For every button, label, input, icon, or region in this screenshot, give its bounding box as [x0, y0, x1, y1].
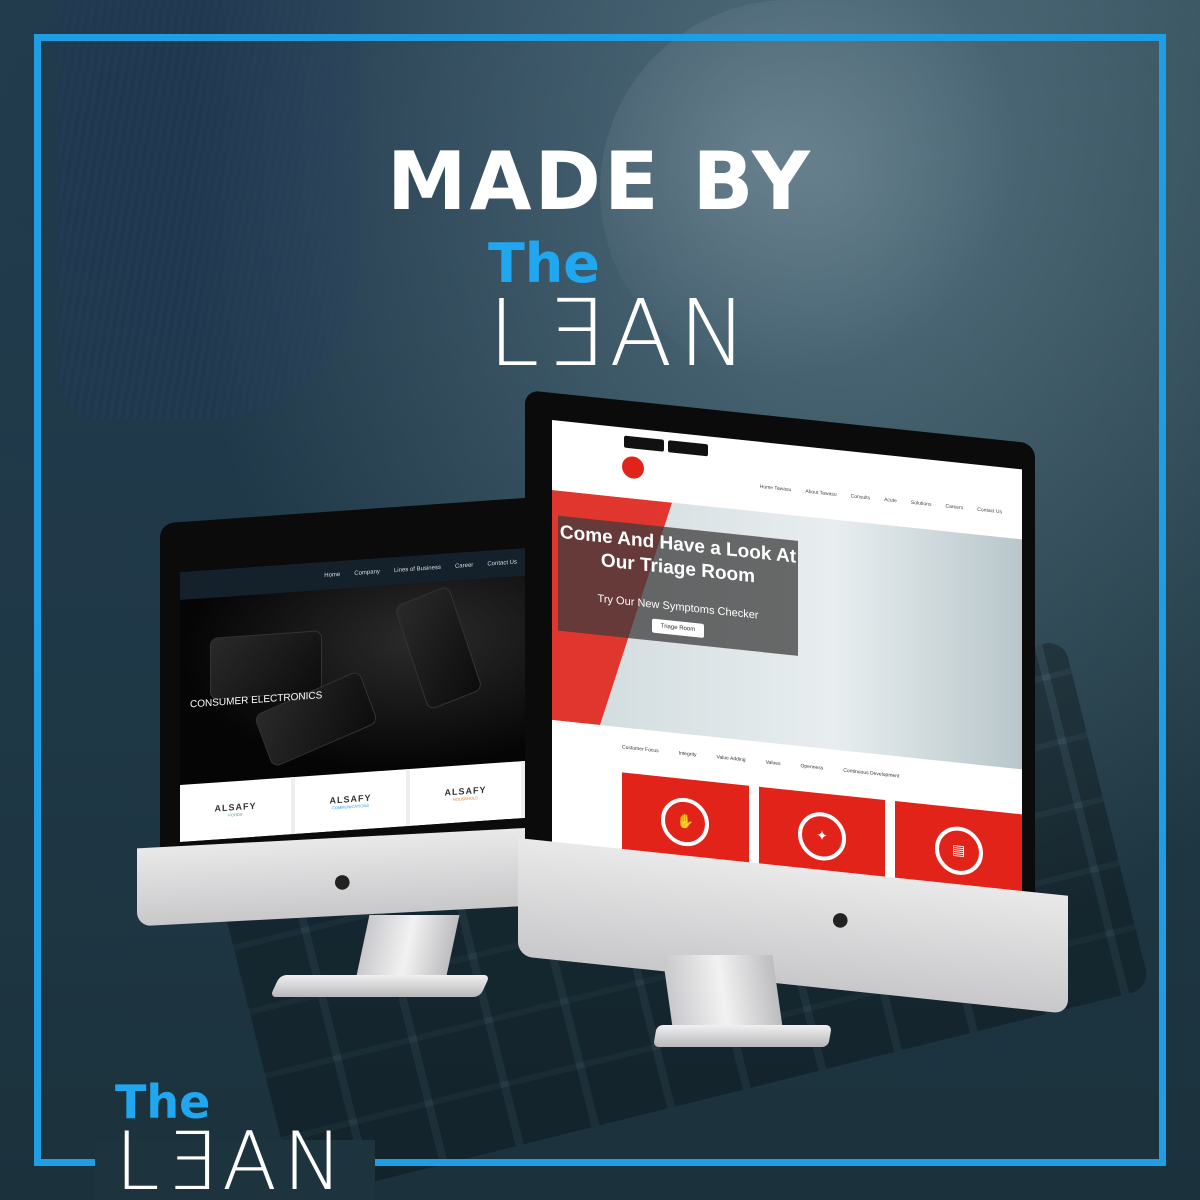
- right-site-nav: Home Tawasu About Tawasu Consults Acute …: [760, 484, 1002, 515]
- left-screen: Home Company Lines of Business Career Co…: [180, 547, 525, 843]
- right-nav-home[interactable]: Home Tawasu: [760, 484, 792, 493]
- value-continuous: Continuous Development: [843, 767, 900, 780]
- brand-foods[interactable]: ALSAFY FOODS: [180, 777, 295, 843]
- left-nav-home[interactable]: Home: [324, 572, 340, 579]
- left-hero: [180, 575, 525, 786]
- app-store-icon[interactable]: [668, 440, 708, 457]
- left-apple-icon: ●: [332, 862, 353, 900]
- document-icon: ▤: [934, 823, 983, 877]
- right-nav-acute[interactable]: Acute: [884, 497, 897, 504]
- brand-foods-sub: FOODS: [228, 811, 243, 818]
- corner-logo-lean: L∃AN: [115, 1115, 349, 1200]
- headline: MADE BY: [387, 135, 813, 228]
- network-icon: ✦: [798, 809, 846, 863]
- stage: MADE BY The L∃AN Home Company Lines of B…: [0, 0, 1200, 1200]
- left-nav-lines[interactable]: Lines of Business: [394, 565, 441, 574]
- right-imac-foot: [653, 1025, 832, 1047]
- left-phone-image: [394, 585, 483, 711]
- value-openness: Openness: [800, 763, 824, 772]
- left-nav-career[interactable]: Career: [455, 563, 473, 570]
- corner-logo: The L∃AN: [115, 1075, 365, 1200]
- logo-lean: L∃AN: [488, 280, 754, 387]
- brand-household-sub: HOUSEHOLD: [452, 795, 479, 802]
- right-nav-contact[interactable]: Contact Us: [977, 507, 1002, 516]
- tawasu-logo-icon: [622, 455, 644, 480]
- right-apple-icon: ●: [830, 900, 851, 938]
- brand-communications[interactable]: ALSAFY COMMUNICATIONS: [295, 768, 410, 835]
- value-values: Values: [765, 759, 781, 768]
- left-nav-company[interactable]: Company: [354, 569, 380, 577]
- right-imac-stand: [662, 955, 784, 1035]
- left-card-image: [210, 630, 322, 700]
- left-nav-contact[interactable]: Contact Us: [487, 559, 517, 567]
- right-nav-consults[interactable]: Consults: [851, 493, 870, 501]
- value-customer-focus: Customer Focus: [622, 744, 659, 755]
- right-screen: Home Tawasu About Tawasu Consults Acute …: [552, 420, 1022, 900]
- left-imac-foot: [269, 975, 491, 997]
- center-logo: The L∃AN: [488, 232, 747, 387]
- hand-icon: ✋: [661, 794, 710, 849]
- google-play-icon[interactable]: [624, 435, 664, 452]
- right-nav-careers[interactable]: Careers: [945, 503, 963, 511]
- value-integrity: Integrity: [678, 750, 697, 759]
- right-nav-solutions[interactable]: Solutions: [911, 500, 932, 508]
- right-nav-about[interactable]: About Tawasu: [805, 489, 836, 498]
- value-adding: Value Adding: [716, 754, 746, 764]
- brand-household[interactable]: ALSAFY HOUSEHOLD: [410, 760, 525, 826]
